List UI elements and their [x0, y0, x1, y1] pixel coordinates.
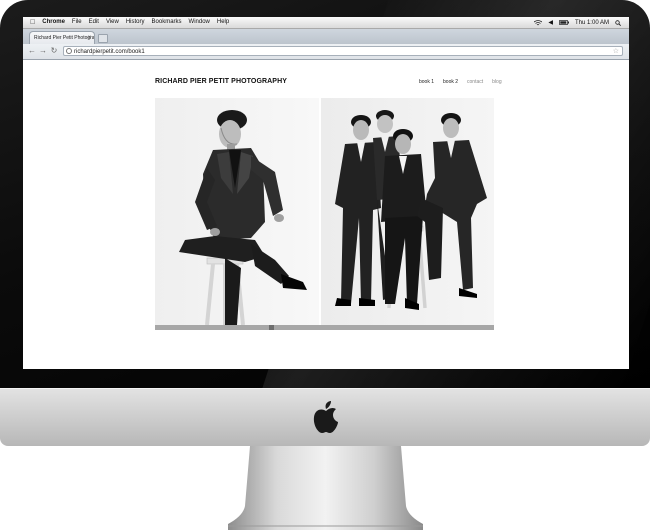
nav-book-2[interactable]: book 2 [443, 79, 458, 85]
page-info-icon[interactable] [66, 48, 72, 54]
url-text: richardpierpetit.com/book1 [74, 49, 145, 55]
nav-contact[interactable]: contact [467, 79, 483, 85]
reload-icon[interactable]: ↻ [49, 46, 59, 56]
imac-stand [228, 446, 423, 530]
four-men-illustration [335, 110, 487, 310]
mac-menubar:  Chrome File Edit View History Bookmark… [23, 17, 629, 29]
battery-icon[interactable] [559, 20, 569, 25]
browser-toolbar: ← → ↻ richardpierpetit.com/book1 ☆ [23, 44, 629, 60]
gallery-photo-seated-man[interactable] [155, 98, 319, 325]
gallery-scrollbar-thumb[interactable] [268, 325, 274, 330]
nav-book-1[interactable]: book 1 [419, 79, 434, 85]
site-title[interactable]: RICHARD PIER PETIT PHOTOGRAPHY [155, 78, 287, 85]
address-bar[interactable]: richardpierpetit.com/book1 ☆ [63, 46, 623, 56]
menubar-clock[interactable]: Thu 1:00 AM [575, 20, 609, 26]
screen:  Chrome File Edit View History Bookmark… [23, 17, 629, 369]
menu-edit[interactable]: Edit [89, 17, 99, 28]
menu-file[interactable]: File [72, 17, 82, 28]
menu-window[interactable]: Window [189, 17, 210, 28]
seated-man-illustration [179, 110, 307, 325]
new-tab-button[interactable] [98, 34, 108, 43]
tab-strip: Richard Pier Petit Photogra × [23, 29, 629, 44]
gallery-photo-four-men[interactable] [321, 98, 494, 325]
browser-tab[interactable]: Richard Pier Petit Photogra × [29, 31, 95, 44]
forward-icon[interactable]: → [38, 46, 48, 56]
star-icon[interactable]: ☆ [613, 47, 619, 57]
gallery-scrollbar[interactable] [155, 325, 494, 330]
search-icon[interactable] [615, 19, 621, 26]
tab-title: Richard Pier Petit Photogra [34, 35, 95, 41]
tab-close-icon[interactable]: × [87, 32, 91, 44]
volume-icon[interactable]: ◀ [548, 19, 553, 26]
menubar-status-area: ◀ Thu 1:00 AM [534, 17, 621, 28]
menu-view[interactable]: View [106, 17, 119, 28]
wifi-icon[interactable] [534, 19, 543, 26]
site-nav: book 1 book 2 contact blog [419, 79, 502, 85]
apple-logo-icon [313, 401, 338, 433]
back-icon[interactable]: ← [27, 46, 37, 56]
menu-history[interactable]: History [126, 17, 145, 28]
menu-app-name[interactable]: Chrome [42, 17, 65, 28]
apple-menu-icon[interactable]:  [30, 17, 35, 28]
menu-bookmarks[interactable]: Bookmarks [152, 17, 182, 28]
menu-help[interactable]: Help [217, 17, 229, 28]
nav-blog[interactable]: blog [492, 79, 501, 85]
